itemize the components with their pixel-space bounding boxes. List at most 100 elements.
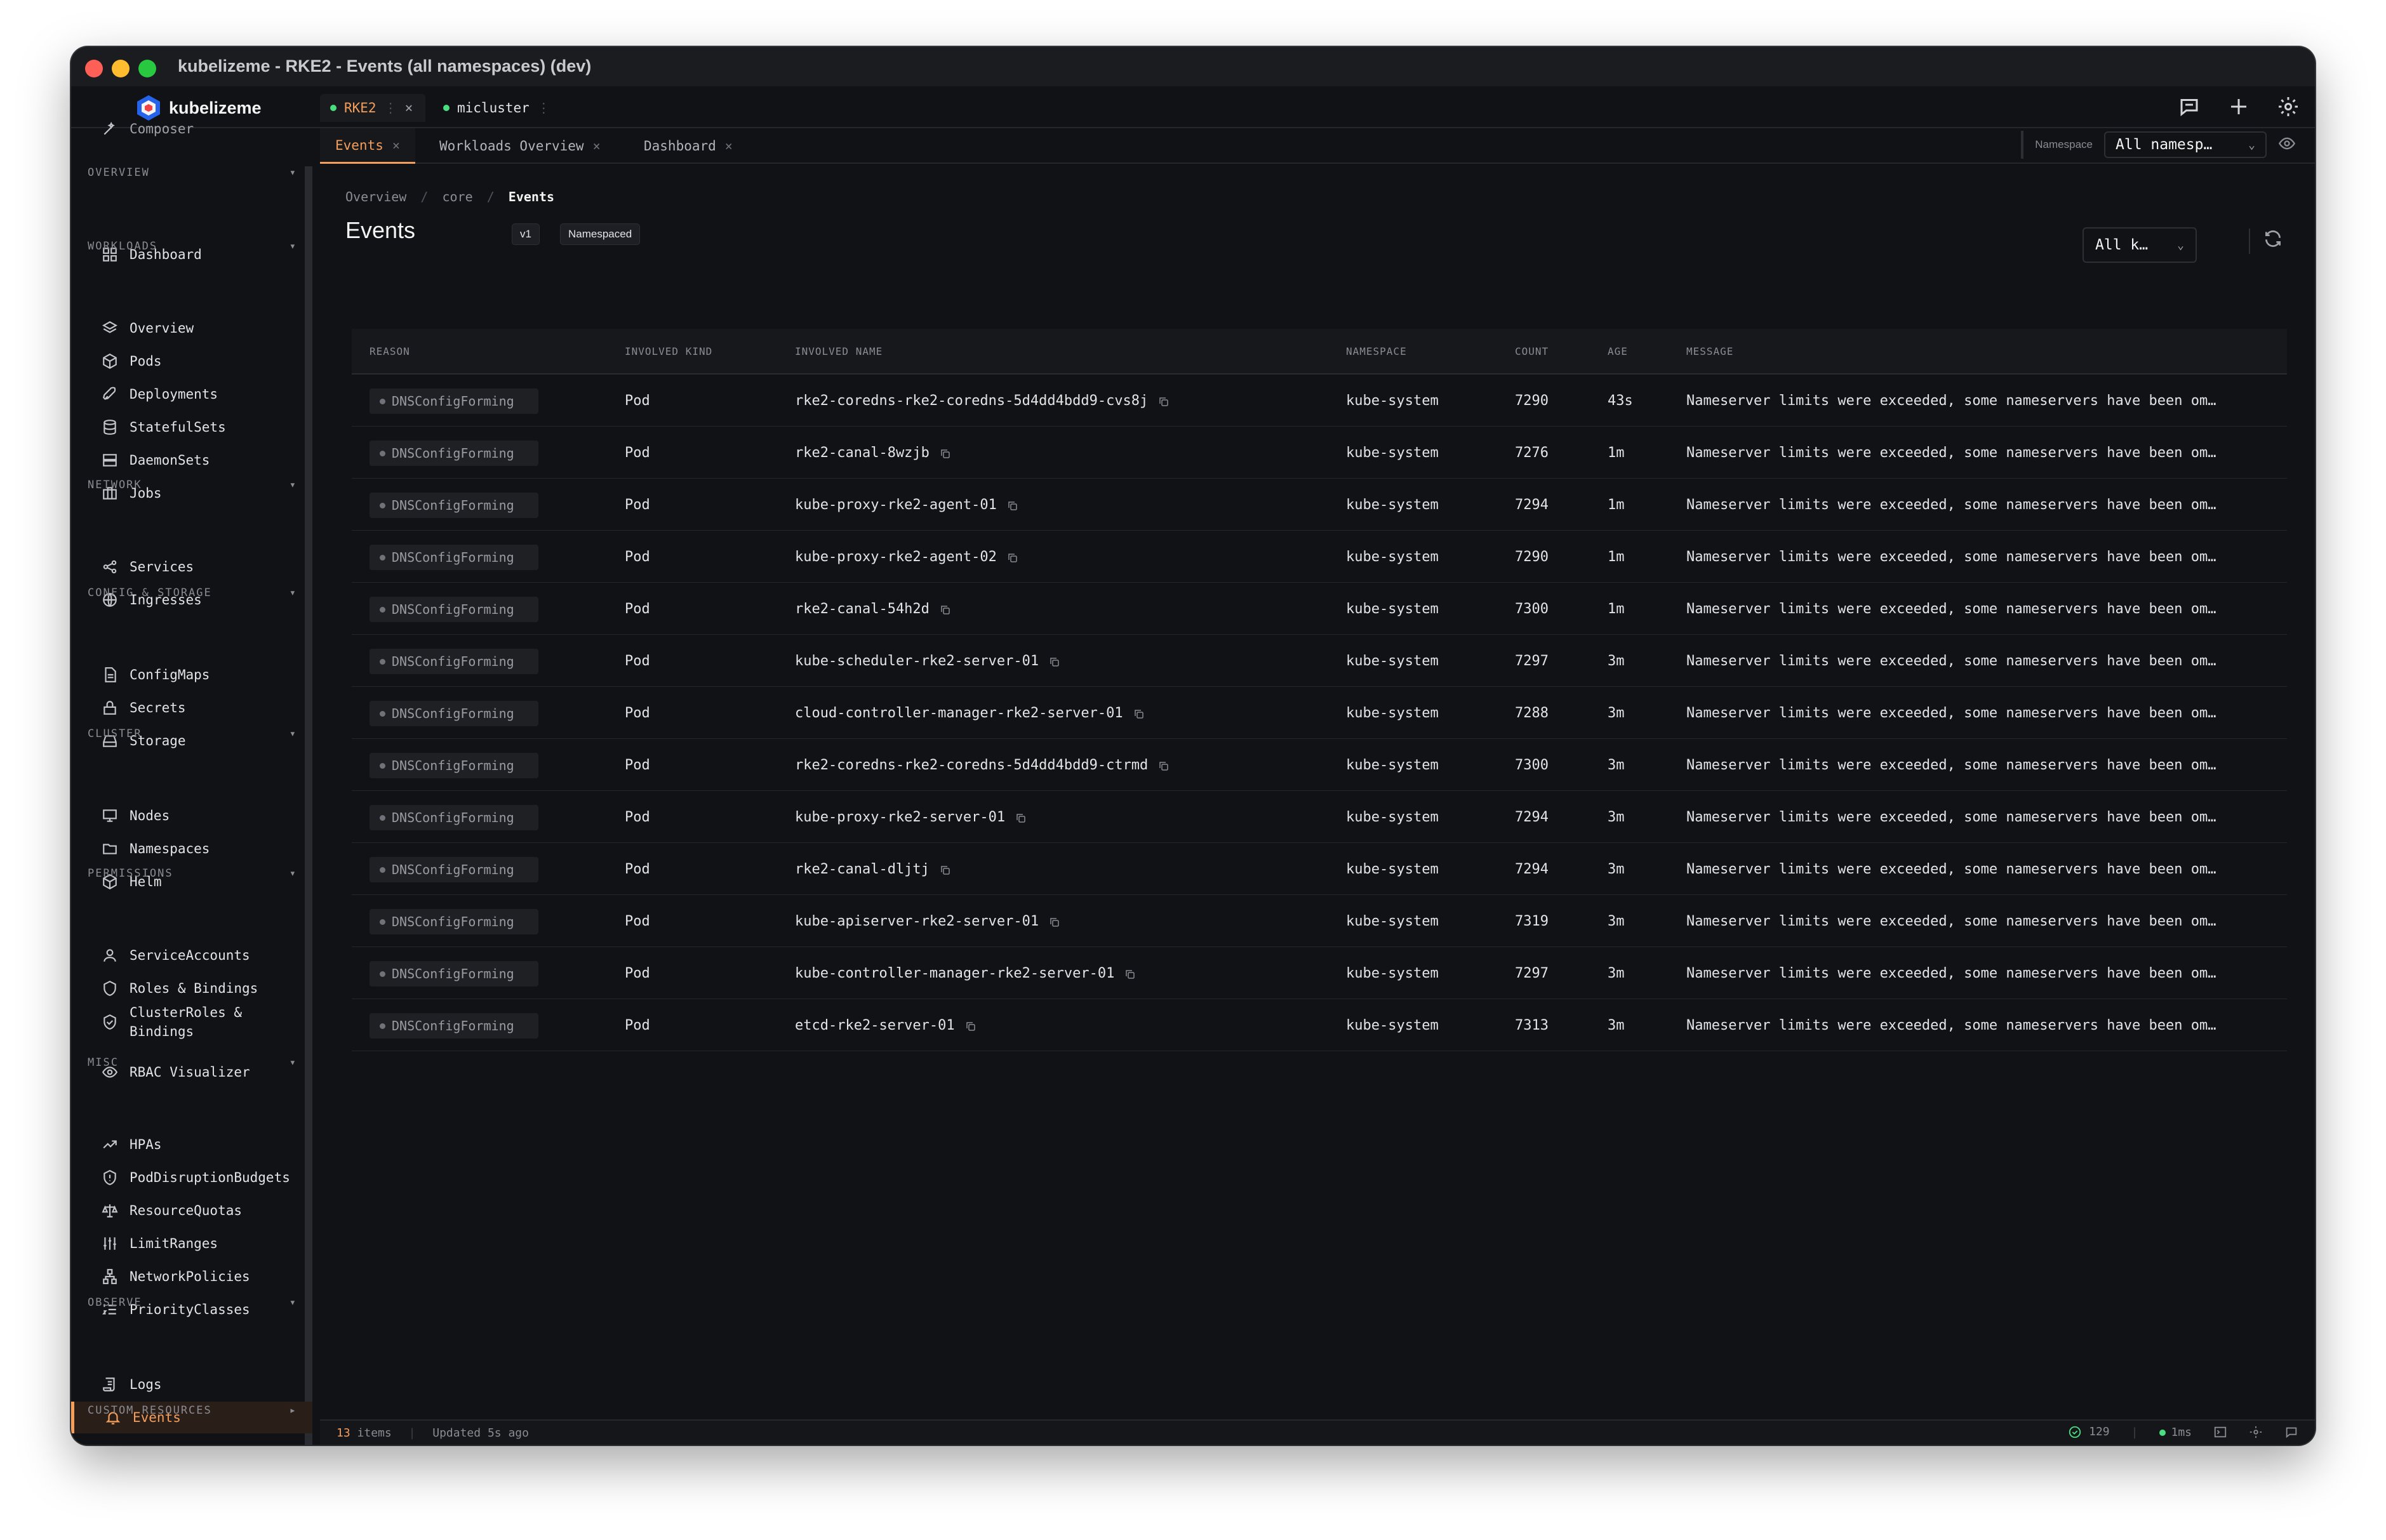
copy-icon[interactable] [1049, 656, 1060, 667]
context-tab-micluster[interactable]: micluster ⋮ [433, 94, 566, 122]
sidebar-item-services[interactable]: Services [84, 551, 300, 583]
col-age[interactable]: AGE [1608, 345, 1628, 357]
minimize-window-button[interactable] [112, 60, 130, 77]
table-row[interactable]: DNSConfigForming Pod kube-proxy-rke2-serve… [352, 791, 2287, 843]
kind-filter-select[interactable]: All k… ⌄ [2083, 227, 2197, 263]
sidebar-item-limitranges[interactable]: LimitRanges [84, 1228, 300, 1259]
sidebar-item-overview[interactable]: Overview [84, 312, 300, 344]
chat-icon[interactable] [2284, 1425, 2298, 1439]
sidebar-scrollbar[interactable] [305, 166, 312, 1445]
visibility-toggle[interactable] [2278, 135, 2296, 155]
namespace-cell[interactable]: kube-system [1346, 966, 1439, 981]
namespace-cell[interactable]: kube-system [1346, 601, 1439, 617]
breadcrumb-overview[interactable]: Overview [345, 189, 406, 204]
table-row[interactable]: DNSConfigForming Pod kube-controller-manag… [352, 947, 2287, 999]
sidebar-item-daemonsets[interactable]: DaemonSets [84, 444, 300, 476]
gear-icon[interactable] [2249, 1425, 2263, 1439]
section-cluster[interactable]: CLUSTER ▾ [88, 727, 297, 740]
sidebar-item-clusterroles[interactable]: ClusterRoles & Bindings [84, 999, 300, 1045]
close-window-button[interactable] [85, 60, 103, 77]
zoom-window-button[interactable] [138, 60, 156, 77]
section-workloads[interactable]: WORKLOADS ▾ [88, 240, 297, 253]
section-misc[interactable]: MISC ▾ [88, 1056, 297, 1069]
copy-icon[interactable] [940, 864, 951, 875]
sidebar-item-resourcequotas[interactable]: ResourceQuotas [84, 1195, 300, 1226]
namespace-cell[interactable]: kube-system [1346, 549, 1439, 565]
refresh-button[interactable] [2249, 229, 2281, 254]
sidebar-item-composer[interactable]: Composer [84, 119, 300, 138]
section-permissions[interactable]: PERMISSIONS ▾ [88, 867, 297, 880]
table-row[interactable]: DNSConfigForming Pod kube-proxy-rke2-agent… [352, 479, 2287, 531]
col-message[interactable]: MESSAGE [1686, 345, 1733, 357]
col-count[interactable]: COUNT [1515, 345, 1549, 357]
sidebar-item-configmaps[interactable]: ConfigMaps [84, 659, 300, 691]
copy-icon[interactable] [1158, 395, 1170, 407]
section-network[interactable]: NETWORK ▾ [88, 479, 297, 491]
copy-icon[interactable] [940, 604, 951, 615]
copy-icon[interactable] [1049, 916, 1060, 927]
table-row[interactable]: DNSConfigForming Pod kube-scheduler-rke2-s… [352, 635, 2287, 687]
sidebar-item-deployments[interactable]: Deployments [84, 378, 300, 410]
copy-icon[interactable] [1133, 708, 1145, 719]
namespace-cell[interactable]: kube-system [1346, 809, 1439, 825]
gear-icon[interactable] [2277, 95, 2300, 118]
namespace-select[interactable]: All namesp… ⌄ [2104, 131, 2267, 158]
table-row[interactable]: DNSConfigForming Pod rke2-coredns-rke2-cor… [352, 739, 2287, 791]
namespace-cell[interactable]: kube-system [1346, 393, 1439, 409]
namespace-cell[interactable]: kube-system [1346, 445, 1439, 461]
context-tab-rke2[interactable]: RKE2 ⋮ × [320, 94, 425, 122]
section-custom-resources[interactable]: CUSTOM RESOURCES ▸ [88, 1404, 297, 1417]
sidebar-item-statefulsets[interactable]: StatefulSets [84, 411, 300, 443]
copy-icon[interactable] [1015, 812, 1027, 823]
table-row[interactable]: DNSConfigForming Pod kube-proxy-rke2-agent… [352, 531, 2287, 583]
copy-icon[interactable] [1007, 500, 1018, 511]
namespace-cell[interactable]: kube-system [1346, 1018, 1439, 1033]
tab-events[interactable]: Events × [320, 128, 415, 164]
col-involved-name[interactable]: INVOLVED NAME [795, 345, 883, 357]
table-row[interactable]: DNSConfigForming Pod kube-apiserver-rke2-s… [352, 895, 2287, 947]
copy-icon[interactable] [1007, 552, 1018, 563]
namespace-cell[interactable]: kube-system [1346, 757, 1439, 773]
sidebar-item-nodes[interactable]: Nodes [84, 800, 300, 832]
sidebar-item-pdb[interactable]: PodDisruptionBudgets [84, 1162, 300, 1193]
namespace-cell[interactable]: kube-system [1346, 653, 1439, 669]
copy-icon[interactable] [965, 1020, 976, 1032]
plus-icon[interactable] [2227, 95, 2250, 118]
chat-icon[interactable] [2178, 95, 2201, 118]
section-overview[interactable]: OVERVIEW ▾ [88, 166, 297, 179]
table-row[interactable]: DNSConfigForming Pod etcd-rke2-server-01 ku… [352, 999, 2287, 1051]
terminal-icon[interactable] [2213, 1425, 2227, 1439]
copy-icon[interactable] [940, 448, 951, 459]
table-row[interactable]: DNSConfigForming Pod rke2-canal-dljtj kube-… [352, 843, 2287, 895]
close-icon[interactable]: × [725, 138, 733, 154]
tab-workloads-overview[interactable]: Workloads Overview × [424, 128, 616, 164]
sidebar-item-namespaces[interactable]: Namespaces [84, 833, 300, 865]
copy-icon[interactable] [1124, 968, 1136, 979]
brand[interactable]: kubelizeme [135, 94, 262, 122]
section-observe[interactable]: OBSERVE ▾ [88, 1296, 297, 1309]
table-row[interactable]: DNSConfigForming Pod rke2-canal-54h2d kube-… [352, 583, 2287, 635]
copy-icon[interactable] [1158, 760, 1170, 771]
sidebar-item-hpas[interactable]: HPAs [84, 1129, 300, 1160]
table-row[interactable]: DNSConfigForming Pod rke2-coredns-rke2-cor… [352, 375, 2287, 427]
col-involved-kind[interactable]: INVOLVED KIND [625, 345, 712, 357]
sidebar-item-serviceaccounts[interactable]: ServiceAccounts [84, 939, 300, 971]
sidebar-item-logs[interactable]: Logs [84, 1369, 300, 1400]
namespace-cell[interactable]: kube-system [1346, 497, 1439, 513]
col-namespace[interactable]: NAMESPACE [1346, 345, 1407, 357]
namespace-cell[interactable]: kube-system [1346, 913, 1439, 929]
close-icon[interactable]: × [593, 138, 601, 154]
table-row[interactable]: DNSConfigForming Pod rke2-canal-8wzjb kube-… [352, 427, 2287, 479]
sidebar-item-secrets[interactable]: Secrets [84, 692, 300, 724]
tab-menu-icon[interactable]: ⋮ [537, 100, 550, 116]
namespace-cell[interactable]: kube-system [1346, 861, 1439, 877]
sidebar-item-networkpolicies[interactable]: NetworkPolicies [84, 1261, 300, 1292]
close-icon[interactable]: × [405, 100, 413, 116]
table-row[interactable]: DNSConfigForming Pod cloud-controller-mana… [352, 687, 2287, 739]
close-icon[interactable]: × [392, 138, 400, 153]
sidebar-item-pods[interactable]: Pods [84, 345, 300, 377]
tab-dashboard[interactable]: Dashboard × [629, 128, 748, 164]
namespace-cell[interactable]: kube-system [1346, 705, 1439, 721]
breadcrumb-core[interactable]: core [442, 189, 472, 204]
section-config-storage[interactable]: CONFIG & STORAGE ▾ [88, 587, 297, 599]
